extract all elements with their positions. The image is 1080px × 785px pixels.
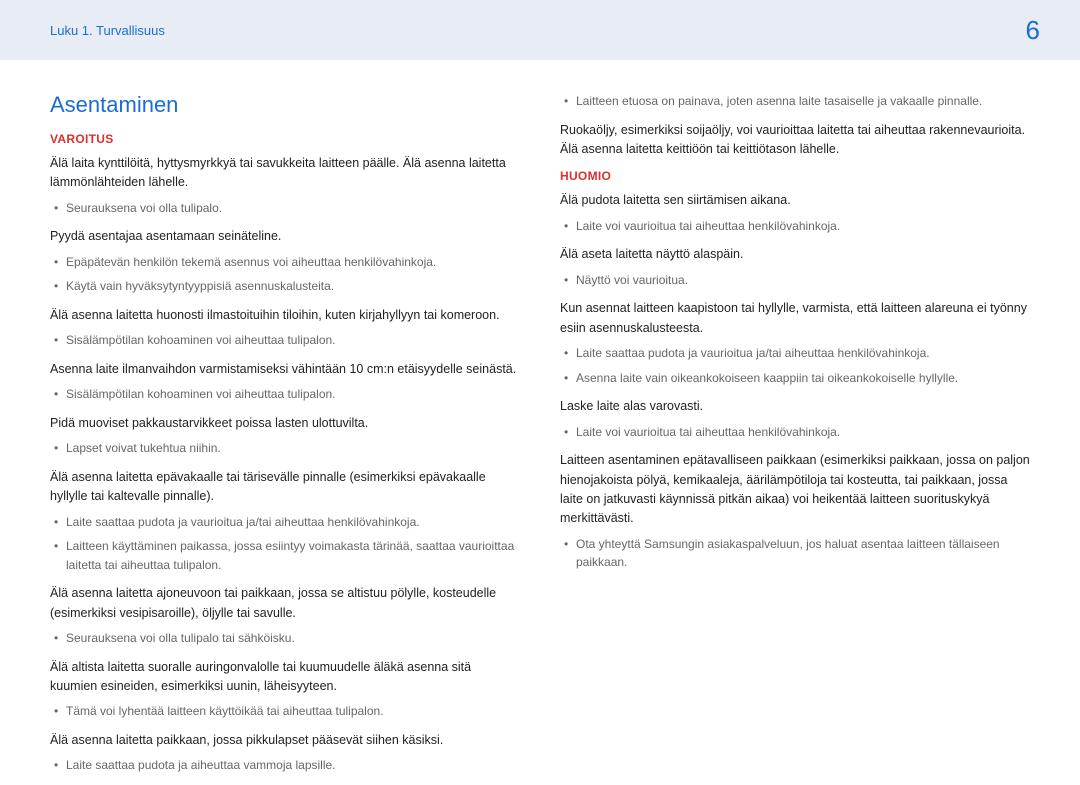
left-column: Asentaminen VAROITUS Älä laita kynttilöi… <box>50 92 520 785</box>
bullet-item: Tämä voi lyhentää laitteen käyttöikää ta… <box>50 702 520 721</box>
paragraph: Älä altista laitetta suoralle auringonva… <box>50 658 520 697</box>
bullet-item: Laite saattaa pudota ja vaurioitua ja/ta… <box>560 344 1030 363</box>
paragraph: Kun asennat laitteen kaapistoon tai hyll… <box>560 299 1030 338</box>
bullet-item: Seurauksena voi olla tulipalo tai sähköi… <box>50 629 520 648</box>
paragraph: Asenna laite ilmanvaihdon varmistamiseks… <box>50 360 520 379</box>
bullet-item: Sisälämpötilan kohoaminen voi aiheuttaa … <box>50 385 520 404</box>
page-number: 6 <box>1026 15 1040 46</box>
paragraph: Pyydä asentajaa asentamaan seinäteline. <box>50 227 520 246</box>
bullet-item: Epäpätevän henkilön tekemä asennus voi a… <box>50 253 520 272</box>
bullet-item: Ota yhteyttä Samsungin asiakaspalveluun,… <box>560 535 1030 572</box>
page-header: Luku 1. Turvallisuus 6 <box>0 0 1080 60</box>
bullet-item: Laite saattaa pudota ja aiheuttaa vammoj… <box>50 756 520 775</box>
bullet-item: Laite saattaa pudota ja vaurioitua ja/ta… <box>50 513 520 532</box>
warning-label: VAROITUS <box>50 132 520 146</box>
paragraph: Älä pudota laitetta sen siirtämisen aika… <box>560 191 1030 210</box>
bullet-item: Sisälämpötilan kohoaminen voi aiheuttaa … <box>50 331 520 350</box>
paragraph: Älä asenna laitetta ajoneuvoon tai paikk… <box>50 584 520 623</box>
right-column: Laitteen etuosa on painava, joten asenna… <box>560 92 1030 785</box>
bullet-item: Laitteen käyttäminen paikassa, jossa esi… <box>50 537 520 574</box>
bullet-item: Asenna laite vain oikeankokoiseen kaappi… <box>560 369 1030 388</box>
paragraph: Laske laite alas varovasti. <box>560 397 1030 416</box>
chapter-title: Luku 1. Turvallisuus <box>50 23 165 38</box>
paragraph: Pidä muoviset pakkaustarvikkeet poissa l… <box>50 414 520 433</box>
section-title: Asentaminen <box>50 92 520 118</box>
bullet-item: Näyttö voi vaurioitua. <box>560 271 1030 290</box>
paragraph: Älä asenna laitetta huonosti ilmastoitui… <box>50 306 520 325</box>
paragraph: Laitteen asentaminen epätavalliseen paik… <box>560 451 1030 529</box>
bullet-item: Seurauksena voi olla tulipalo. <box>50 199 520 218</box>
paragraph: Ruokaöljy, esimerkiksi soijaöljy, voi va… <box>560 121 1030 160</box>
paragraph: Älä laita kynttilöitä, hyttysmyrkkyä tai… <box>50 154 520 193</box>
bullet-item: Laite voi vaurioitua tai aiheuttaa henki… <box>560 217 1030 236</box>
bullet-item: Laite voi vaurioitua tai aiheuttaa henki… <box>560 423 1030 442</box>
content-area: Asentaminen VAROITUS Älä laita kynttilöi… <box>0 60 1080 785</box>
bullet-item: Käytä vain hyväksytyntyyppisiä asennuska… <box>50 277 520 296</box>
paragraph: Älä asenna laitetta paikkaan, jossa pikk… <box>50 731 520 750</box>
notice-label: HUOMIO <box>560 169 1030 183</box>
bullet-item: Laitteen etuosa on painava, joten asenna… <box>560 92 1030 111</box>
paragraph: Älä asenna laitetta epävakaalle tai täri… <box>50 468 520 507</box>
bullet-item: Lapset voivat tukehtua niihin. <box>50 439 520 458</box>
paragraph: Älä aseta laitetta näyttö alaspäin. <box>560 245 1030 264</box>
